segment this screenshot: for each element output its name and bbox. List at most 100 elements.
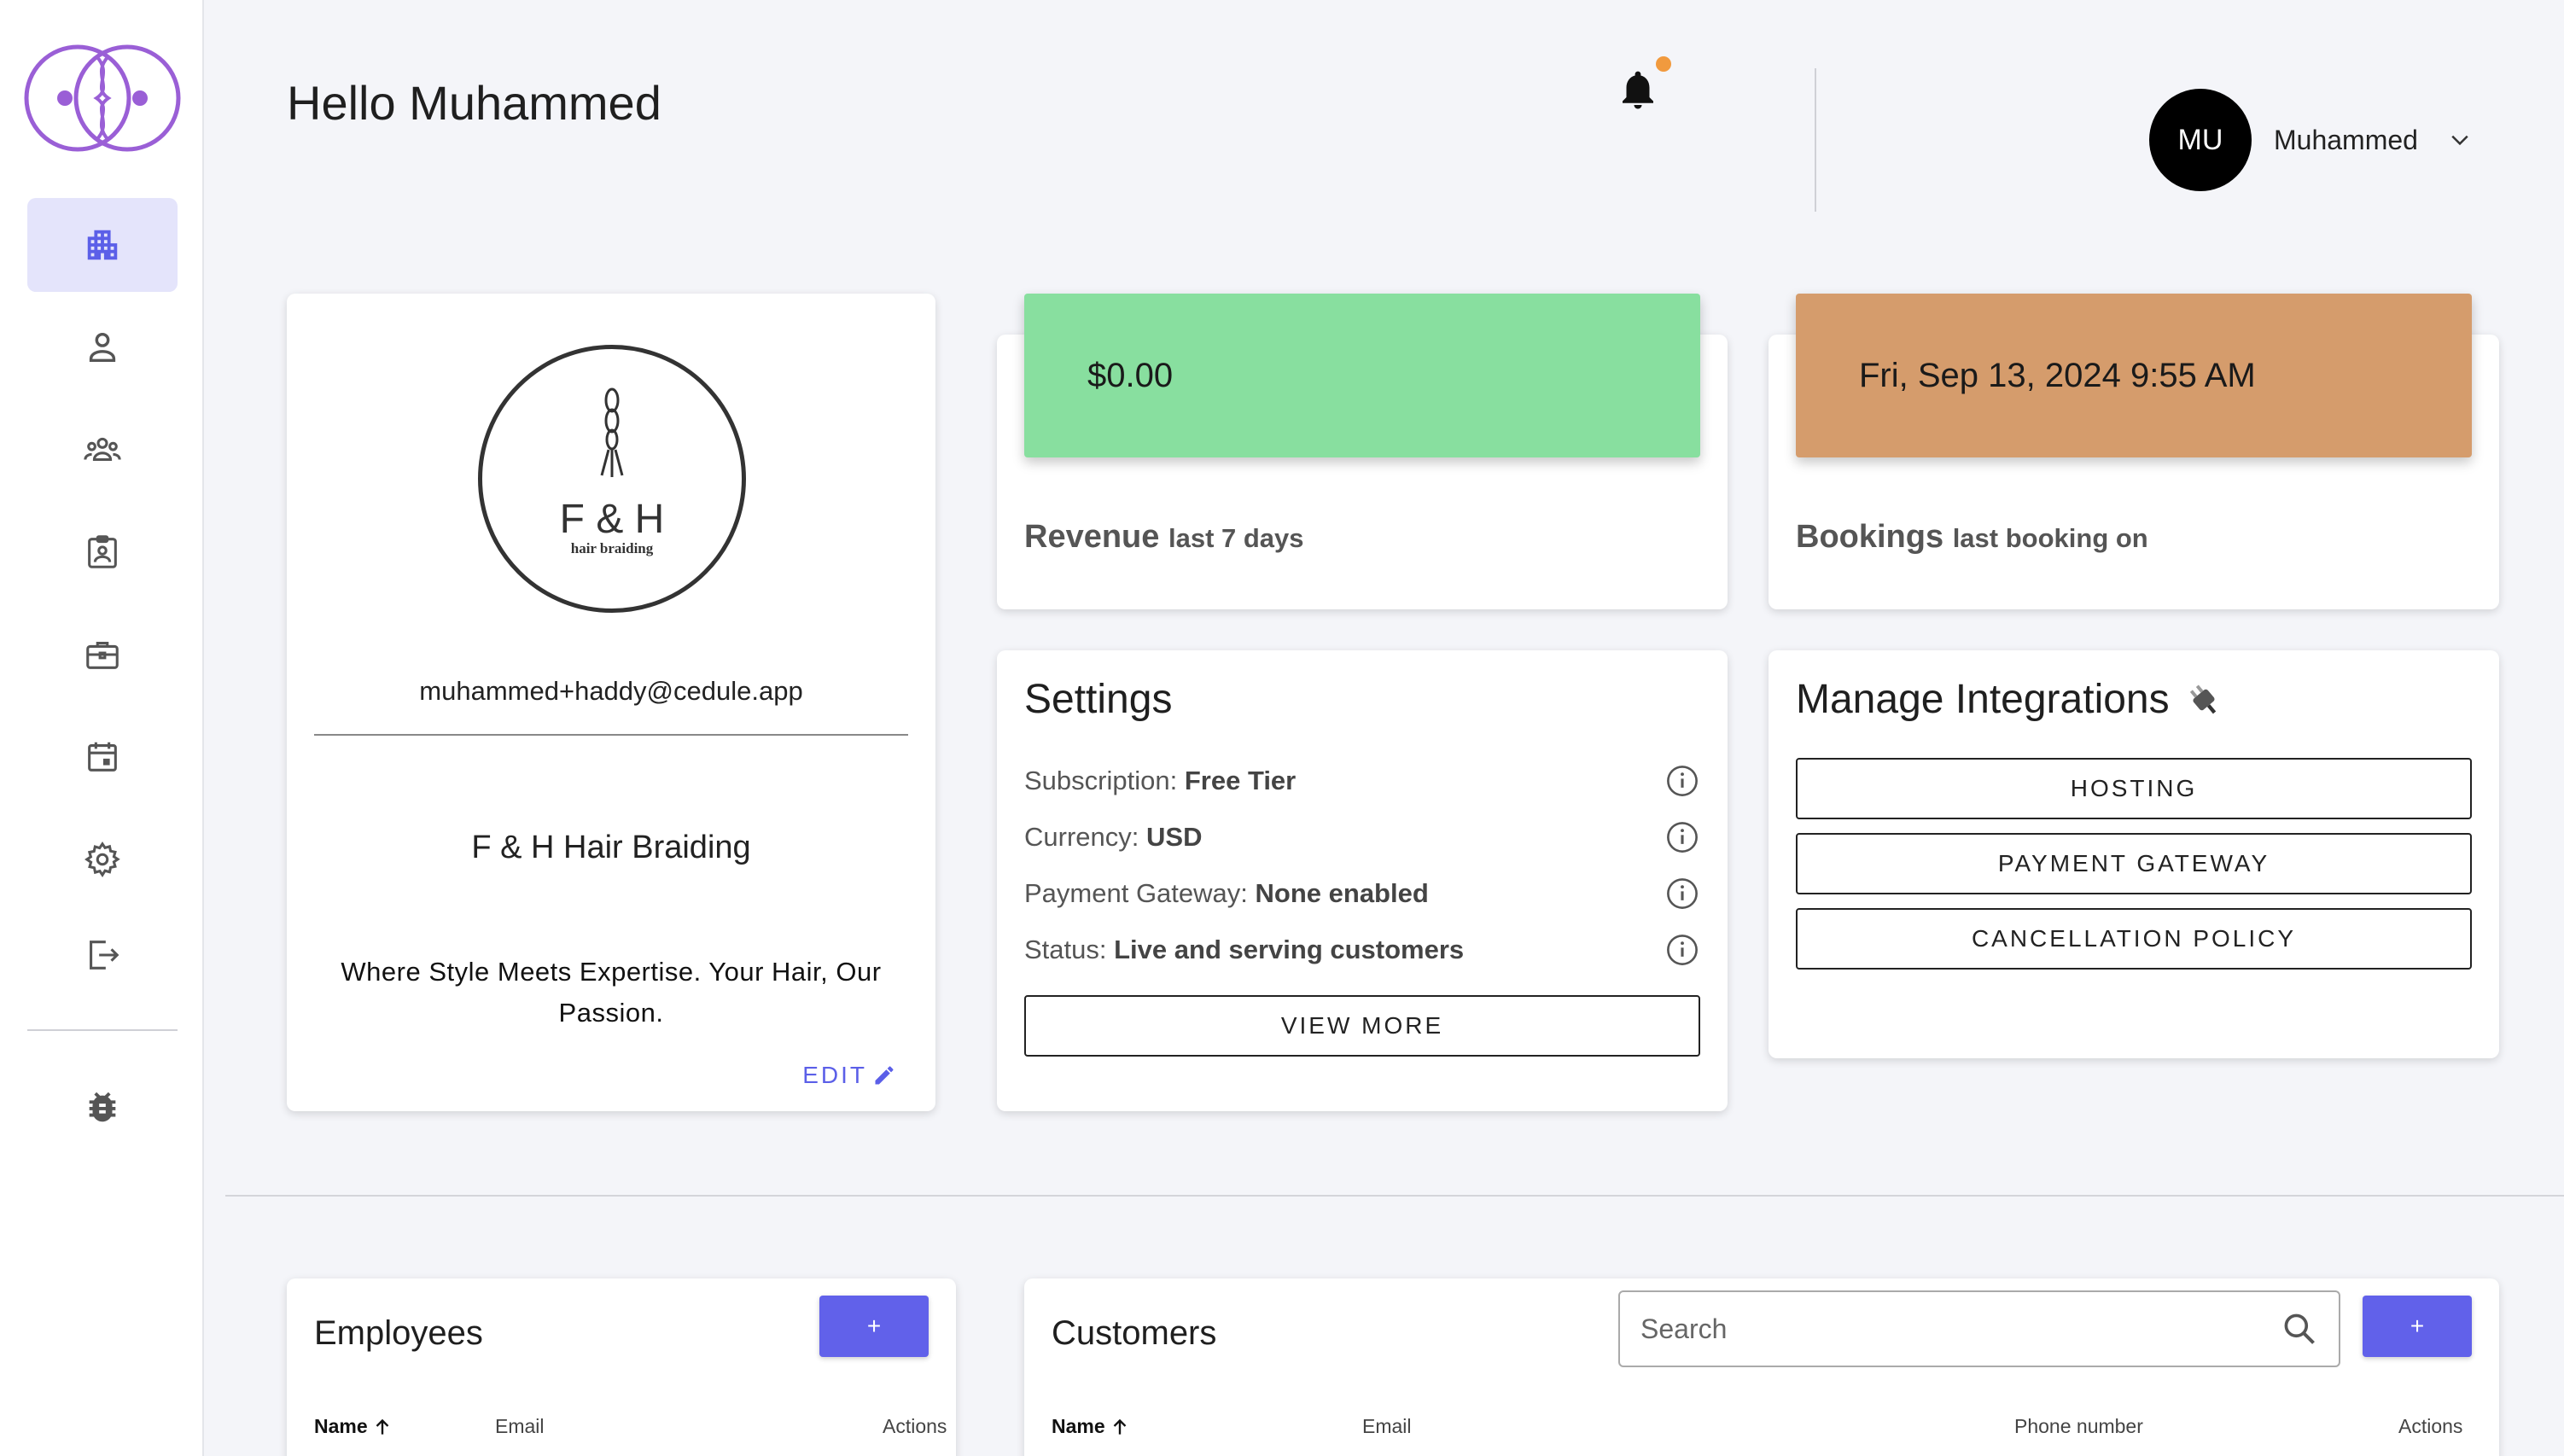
calendar-icon [88, 742, 117, 772]
bookings-label: Bookings last booking on [1796, 519, 2148, 556]
pencil-icon [875, 1066, 894, 1085]
logo-text: F & H [559, 497, 665, 542]
payment-gateway-button[interactable]: PAYMENT GATEWAY [1796, 833, 2472, 894]
setting-status: Status: Live and serving customers [1024, 932, 1700, 968]
customer-search-field[interactable] [1618, 1290, 2340, 1367]
user-name: Muhammed [2274, 124, 2418, 155]
sidebar-item-dashboard[interactable] [27, 198, 178, 292]
hosting-button[interactable]: HOSTING [1796, 758, 2472, 819]
revenue-sublabel: last 7 days [1168, 523, 1304, 553]
sidebar-item-staff[interactable] [27, 505, 178, 599]
edit-label: EDIT [802, 1062, 867, 1088]
employees-col-name[interactable]: Name [314, 1415, 393, 1438]
view-more-button[interactable]: VIEW MORE [1024, 995, 1700, 1057]
employees-col-actions: Actions [883, 1415, 947, 1437]
setting-label: Payment Gateway: [1024, 878, 1248, 908]
employees-table-card: Employees + Name Email Actions [287, 1278, 956, 1456]
employees-col-email[interactable]: Email [495, 1415, 545, 1438]
integrations-title: Manage Integrations [1796, 677, 2170, 722]
sort-arrow-up-icon [1113, 1418, 1126, 1435]
chevron-down-icon [2451, 135, 2468, 146]
app-logo[interactable] [24, 44, 181, 152]
column-header-label: Name [1052, 1415, 1105, 1437]
sidebar-divider [27, 1029, 178, 1031]
bug-icon [89, 1092, 116, 1122]
setting-subscription: Subscription: Free Tier [1024, 763, 1700, 799]
business-logo: F & H hair braiding [478, 345, 746, 613]
setting-subscription-text: Subscription: Free Tier [1024, 766, 1296, 796]
avatar: MU [2149, 89, 2252, 191]
setting-payment-gateway-text: Payment Gateway: None enabled [1024, 878, 1429, 909]
setting-payment-gateway: Payment Gateway: None enabled [1024, 876, 1700, 911]
integrations-card: Manage Integrations HOSTING PAYMENT GATE… [1769, 650, 2499, 1058]
sidebar-item-report-bug[interactable] [27, 1060, 178, 1154]
sidebar-item-services[interactable] [27, 608, 178, 702]
setting-currency: Currency: USD [1024, 819, 1700, 855]
setting-currency-text: Currency: USD [1024, 822, 1202, 853]
customers-col-email[interactable]: Email [1362, 1415, 1412, 1438]
notification-bell-icon[interactable] [1615, 67, 1661, 113]
customers-title: Customers [1052, 1314, 1217, 1352]
settings-title: Settings [1024, 677, 1173, 722]
column-header-label: Name [314, 1415, 368, 1437]
sidebar-item-logout[interactable] [27, 908, 178, 1002]
sidebar-item-settings[interactable] [27, 812, 178, 906]
add-customer-button[interactable]: + [2363, 1296, 2472, 1357]
customer-search-input[interactable] [1640, 1313, 2281, 1345]
setting-value: Live and serving customers [1114, 935, 1465, 964]
info-icon[interactable] [1664, 932, 1700, 968]
revenue-value: $0.00 [1087, 356, 1174, 394]
badge-icon [88, 535, 117, 568]
setting-value: USD [1146, 822, 1203, 852]
setting-value: Free Tier [1184, 766, 1297, 795]
plug-icon [2189, 684, 2216, 713]
revenue-value-band: $0.00 [1024, 294, 1700, 457]
setting-value: None enabled [1255, 878, 1429, 908]
setting-label: Subscription: [1024, 766, 1178, 795]
employees-title: Employees [314, 1314, 483, 1352]
business-profile-card: F & H hair braiding muhammed+haddy@cedul… [287, 294, 935, 1111]
business-tagline: Where Style Meets Expertise. Your Hair, … [341, 957, 882, 1028]
business-name: F & H Hair Braiding [471, 830, 751, 865]
logout-icon [90, 941, 119, 970]
settings-card: Settings Subscription: Free Tier Currenc… [997, 650, 1728, 1111]
bookings-value-band: Fri, Sep 13, 2024 9:55 AM [1796, 294, 2472, 457]
sidebar [0, 0, 204, 1456]
dashboard-icon [87, 230, 118, 260]
page-greeting: Hello Muhammed [287, 76, 661, 130]
sidebar-item-profile[interactable] [27, 300, 178, 394]
briefcase-icon [86, 642, 119, 669]
customers-col-phone[interactable]: Phone number [2014, 1415, 2143, 1438]
sidebar-item-groups[interactable] [27, 403, 178, 497]
setting-label: Currency: [1024, 822, 1139, 852]
bookings-label-text: Bookings [1796, 519, 1944, 555]
search-icon[interactable] [2281, 1310, 2318, 1348]
info-icon[interactable] [1664, 763, 1700, 799]
group-icon [84, 437, 121, 462]
business-email: muhammed+haddy@cedule.app [419, 676, 803, 706]
revenue-label: Revenue last 7 days [1024, 519, 1304, 556]
revenue-label-text: Revenue [1024, 519, 1160, 555]
user-menu[interactable]: MU Muhammed [2149, 89, 2473, 191]
gear-icon [84, 842, 120, 878]
header-divider [1815, 68, 1816, 212]
logo-subtext: hair braiding [570, 540, 654, 556]
setting-status-text: Status: Live and serving customers [1024, 935, 1464, 965]
edit-profile-link[interactable]: EDIT [802, 1062, 896, 1089]
cancellation-policy-button[interactable]: CANCELLATION POLICY [1796, 908, 2472, 970]
setting-label: Status: [1024, 935, 1107, 964]
customers-col-actions: Actions [2398, 1415, 2463, 1437]
sort-arrow-up-icon [376, 1418, 388, 1435]
sidebar-item-calendar[interactable] [27, 710, 178, 804]
last-booking-value: Fri, Sep 13, 2024 9:55 AM [1859, 356, 2256, 394]
info-icon[interactable] [1664, 819, 1700, 855]
info-icon[interactable] [1664, 876, 1700, 911]
profile-divider [314, 734, 908, 736]
notification-dot [1656, 56, 1671, 72]
person-icon [89, 332, 116, 363]
add-employee-button[interactable]: + [819, 1296, 929, 1357]
customers-table-card: Customers + Name Email Phone number Acti… [1024, 1278, 2499, 1456]
section-divider [225, 1195, 2564, 1197]
customers-col-name[interactable]: Name [1052, 1415, 1131, 1438]
bookings-sublabel: last booking on [1952, 523, 2148, 553]
